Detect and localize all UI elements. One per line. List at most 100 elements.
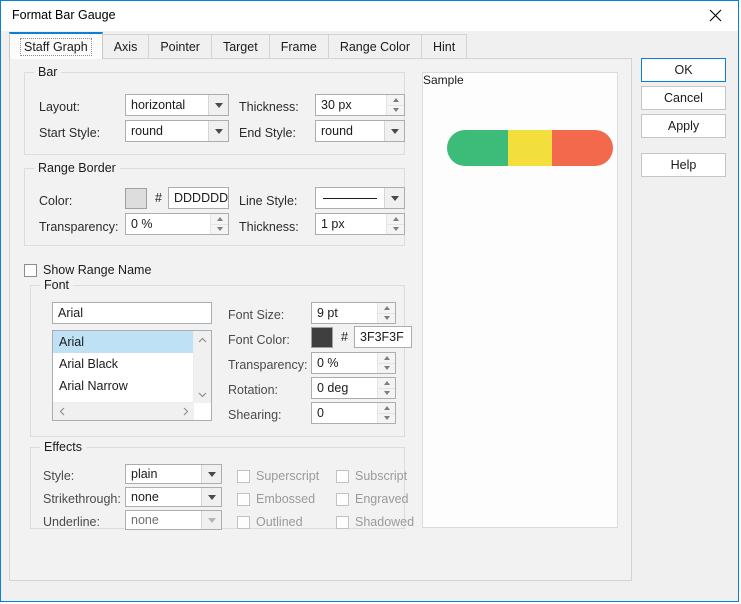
effects-style-value: plain: [126, 467, 201, 481]
rotation-spinner[interactable]: 0 deg: [311, 377, 396, 399]
spin-up-icon[interactable]: [211, 214, 228, 225]
font-transparency-spin-buttons[interactable]: [377, 353, 395, 373]
underline-combobox[interactable]: none: [125, 510, 222, 530]
font-color-input[interactable]: 3F3F3F: [354, 326, 412, 348]
spin-down-icon[interactable]: [378, 414, 395, 424]
spin-up-icon[interactable]: [378, 303, 395, 314]
thickness-spinner[interactable]: 30 px: [315, 94, 405, 116]
thickness-spin-buttons[interactable]: [386, 95, 404, 115]
list-item[interactable]: Arial Narrow: [53, 375, 194, 397]
tab-range-color[interactable]: Range Color: [328, 34, 422, 59]
range-border-color-swatch[interactable]: [125, 188, 147, 209]
shearing-label: Shearing:: [228, 408, 282, 422]
range-border-thickness-spin-buttons[interactable]: [386, 214, 404, 234]
apply-button[interactable]: Apply: [641, 114, 726, 138]
spin-down-icon[interactable]: [378, 314, 395, 324]
chevron-left-icon[interactable]: [53, 403, 70, 419]
shearing-spin-buttons[interactable]: [377, 403, 395, 423]
list-item[interactable]: Arial: [53, 331, 194, 353]
range-border-transparency-spin-buttons[interactable]: [210, 214, 228, 234]
subscript-label: Subscript: [355, 469, 407, 483]
tab-axis[interactable]: Axis: [102, 34, 150, 59]
help-button[interactable]: Help: [641, 153, 726, 177]
underline-label: Underline:: [43, 515, 100, 529]
chevron-down-icon: [208, 121, 228, 141]
range-border-transparency-spinner[interactable]: 0 %: [125, 213, 229, 235]
superscript-label: Superscript: [256, 469, 319, 483]
outlined-checkbox[interactable]: Outlined: [237, 515, 303, 529]
font-list-vertical-scrollbar[interactable]: [193, 331, 211, 403]
tab-pointer[interactable]: Pointer: [148, 34, 212, 59]
font-name-input[interactable]: Arial: [52, 302, 212, 324]
scrollbar-corner: [194, 403, 211, 420]
shearing-value: 0: [312, 406, 377, 420]
range-border-thickness-spinner[interactable]: 1 px: [315, 213, 405, 235]
tab-frame[interactable]: Frame: [269, 34, 329, 59]
show-range-name-checkbox[interactable]: Show Range Name: [24, 263, 151, 277]
range-border-color-hash: #: [155, 191, 162, 205]
gauge-segment-red: [552, 130, 613, 166]
chevron-up-icon[interactable]: [194, 331, 211, 348]
tab-staff-graph[interactable]: Staff Graph: [9, 32, 103, 59]
line-style-preview: [316, 187, 384, 209]
close-icon[interactable]: [693, 1, 738, 30]
spin-down-icon[interactable]: [378, 364, 395, 374]
spin-down-icon[interactable]: [387, 106, 404, 116]
font-color-swatch[interactable]: [311, 327, 333, 348]
gauge-segment-green: [447, 130, 508, 166]
tab-hint[interactable]: Hint: [421, 34, 467, 59]
spin-down-icon[interactable]: [387, 225, 404, 235]
font-group: Font Arial Arial Arial Black Arial Narro…: [30, 285, 405, 437]
checkbox-box: [24, 264, 37, 277]
strikethrough-combobox[interactable]: none: [125, 487, 222, 507]
spin-up-icon[interactable]: [387, 214, 404, 225]
chevron-right-icon[interactable]: [177, 403, 194, 419]
engraved-checkbox[interactable]: Engraved: [336, 492, 409, 506]
rotation-spin-buttons[interactable]: [377, 378, 395, 398]
chevron-down-icon[interactable]: [194, 386, 211, 403]
font-transparency-spinner[interactable]: 0 %: [311, 352, 396, 374]
ok-button[interactable]: OK: [641, 58, 726, 82]
range-border-color-input[interactable]: DDDDDD: [168, 187, 229, 209]
spin-down-icon[interactable]: [211, 225, 228, 235]
title-bar: Format Bar Gauge: [1, 1, 738, 31]
subscript-checkbox[interactable]: Subscript: [336, 469, 407, 483]
font-size-spinner[interactable]: 9 pt: [311, 302, 396, 324]
shadowed-label: Shadowed: [355, 515, 414, 529]
cancel-button[interactable]: Cancel: [641, 86, 726, 110]
chevron-down-icon: [201, 465, 221, 483]
spin-up-icon[interactable]: [378, 378, 395, 389]
line-style-combobox[interactable]: [315, 187, 405, 209]
checkbox-box: [237, 516, 250, 529]
spin-up-icon[interactable]: [378, 353, 395, 364]
spin-up-icon[interactable]: [387, 95, 404, 106]
shearing-spinner[interactable]: 0: [311, 402, 396, 424]
tab-target-label: Target: [223, 40, 258, 54]
chevron-down-icon: [384, 121, 404, 141]
layout-combobox[interactable]: horizontal: [125, 94, 229, 116]
thickness-label: Thickness:: [239, 100, 299, 114]
spin-down-icon[interactable]: [378, 389, 395, 399]
tab-axis-label: Axis: [114, 40, 138, 54]
range-border-thickness-label: Thickness:: [239, 220, 299, 234]
strikethrough-label: Strikethrough:: [43, 492, 121, 506]
range-border-group-legend: Range Border: [34, 161, 120, 175]
start-style-combobox[interactable]: round: [125, 120, 229, 142]
list-item[interactable]: Arial Black: [53, 353, 194, 375]
superscript-checkbox[interactable]: Superscript: [237, 469, 319, 483]
tab-pointer-label: Pointer: [160, 40, 200, 54]
tab-target[interactable]: Target: [211, 34, 270, 59]
font-list[interactable]: Arial Arial Black Arial Narrow Arial Uni…: [52, 330, 212, 421]
end-style-combobox[interactable]: round: [315, 120, 405, 142]
spin-up-icon[interactable]: [378, 403, 395, 414]
font-list-horizontal-scrollbar[interactable]: [53, 402, 194, 420]
strikethrough-value: none: [126, 490, 201, 504]
shadowed-checkbox[interactable]: Shadowed: [336, 515, 414, 529]
font-size-spin-buttons[interactable]: [377, 303, 395, 323]
layout-value: horizontal: [126, 98, 208, 112]
bar-group-legend: Bar: [34, 65, 61, 79]
rotation-value: 0 deg: [312, 381, 377, 395]
effects-style-combobox[interactable]: plain: [125, 464, 222, 484]
embossed-checkbox[interactable]: Embossed: [237, 492, 315, 506]
start-style-label: Start Style:: [39, 126, 100, 140]
